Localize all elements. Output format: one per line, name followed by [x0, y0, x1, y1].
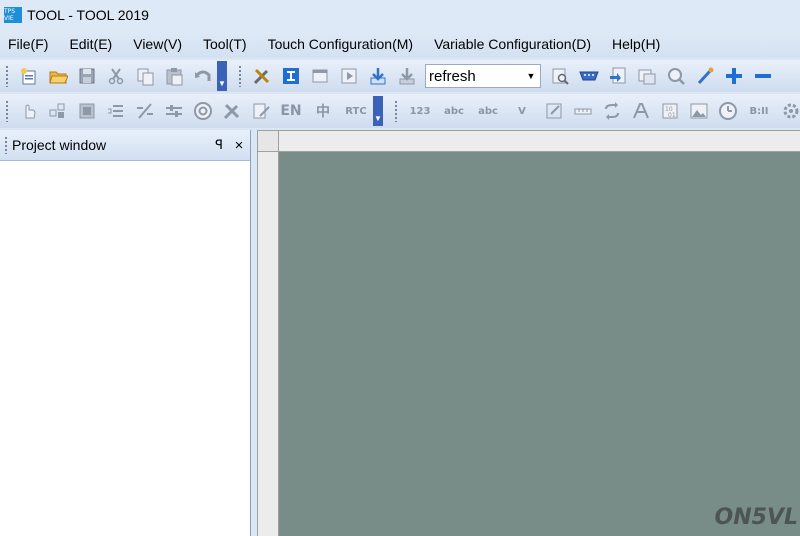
- window-title: TOOL - TOOL 2019: [27, 7, 149, 23]
- menu-tool[interactable]: Tool(T): [203, 36, 247, 52]
- new-project-icon[interactable]: [17, 65, 40, 88]
- ruler-icon[interactable]: [571, 100, 594, 123]
- open-folder-icon[interactable]: [46, 65, 69, 88]
- menu-edit[interactable]: Edit(E): [69, 36, 112, 52]
- film-icon[interactable]: [308, 65, 331, 88]
- minus-icon[interactable]: [751, 65, 774, 88]
- menu-file[interactable]: File(F): [8, 36, 48, 52]
- resize-icon[interactable]: [542, 100, 565, 123]
- download-gray-icon[interactable]: [395, 65, 418, 88]
- panel-grip[interactable]: [4, 136, 8, 154]
- ruler-corner: [257, 130, 279, 152]
- workspace: ON5VL: [257, 130, 800, 536]
- close-icon[interactable]: ×: [228, 137, 250, 154]
- toolbar-grip[interactable]: [238, 65, 242, 87]
- grid-select-icon[interactable]: [46, 100, 69, 123]
- edit-doc-icon[interactable]: [249, 100, 272, 123]
- chevron-down-icon[interactable]: ▼: [524, 67, 538, 85]
- save-icon[interactable]: [75, 65, 98, 88]
- language-zh-button[interactable]: 中: [310, 100, 336, 123]
- window-icon[interactable]: [635, 65, 658, 88]
- menu-touch-configuration[interactable]: Touch Configuration(M): [268, 36, 414, 52]
- cycle-icon[interactable]: [600, 100, 623, 123]
- search-icon[interactable]: [664, 65, 687, 88]
- watermark: ON5VL: [714, 505, 798, 530]
- toolbar-overflow-button[interactable]: ▼: [373, 96, 383, 126]
- project-tree[interactable]: [0, 161, 250, 535]
- binary-icon[interactable]: 10 01: [658, 100, 681, 123]
- menu-help[interactable]: Help(H): [612, 36, 660, 52]
- controls-toolbar: EN 中 RTC ▼ 123 abc abc V 10 01 B:II: [0, 94, 800, 128]
- combo-value: refresh: [429, 67, 476, 85]
- project-window: Project window ꟼ ×: [0, 130, 251, 536]
- horizontal-ruler: [279, 130, 800, 152]
- text-input-button[interactable]: abc: [474, 100, 502, 123]
- svg-text:01: 01: [668, 112, 676, 119]
- toolbar-grip[interactable]: [394, 100, 398, 122]
- tools-icon[interactable]: [250, 65, 273, 88]
- vertical-ruler: [257, 152, 279, 536]
- app-logo: TPS VIE: [4, 7, 22, 23]
- toolbar-overflow-button[interactable]: ▼: [217, 61, 227, 91]
- rtc-button[interactable]: RTC: [342, 100, 370, 123]
- gear-icon[interactable]: [779, 100, 800, 123]
- language-en-button[interactable]: EN: [278, 100, 304, 123]
- menu-view[interactable]: View(V): [133, 36, 182, 52]
- wrench-icon[interactable]: [220, 100, 243, 123]
- export-icon[interactable]: [606, 65, 629, 88]
- toolbar-grip[interactable]: [5, 65, 9, 87]
- paste-icon[interactable]: [162, 65, 185, 88]
- frame-icon[interactable]: [75, 100, 98, 123]
- pen-icon[interactable]: [693, 65, 716, 88]
- pin-icon[interactable]: ꟼ: [210, 137, 228, 153]
- serial-port-icon[interactable]: [577, 65, 600, 88]
- image-icon[interactable]: [687, 100, 710, 123]
- menu-variable-configuration[interactable]: Variable Configuration(D): [434, 36, 591, 52]
- text-display-button[interactable]: abc: [440, 100, 468, 123]
- copy-icon[interactable]: [133, 65, 156, 88]
- text-i-icon[interactable]: [279, 65, 302, 88]
- menu-bar: File(F) Edit(E) View(V) Tool(T) Touch Co…: [0, 30, 800, 58]
- slider-icon[interactable]: [162, 100, 185, 123]
- font-style-icon[interactable]: [629, 100, 652, 123]
- project-window-header: Project window ꟼ ×: [0, 130, 250, 161]
- numeric-display-button[interactable]: 123: [406, 100, 434, 123]
- preview-icon[interactable]: [548, 65, 571, 88]
- undo-icon[interactable]: [191, 65, 214, 88]
- hand-pointer-icon[interactable]: [17, 100, 40, 123]
- fraction-icon[interactable]: [133, 100, 156, 123]
- bit-button[interactable]: B:II: [745, 100, 773, 123]
- cut-icon[interactable]: [104, 65, 127, 88]
- list-icon[interactable]: [104, 100, 127, 123]
- play-icon[interactable]: [337, 65, 360, 88]
- refresh-combo[interactable]: refresh ▼: [425, 64, 541, 88]
- design-canvas[interactable]: [279, 152, 800, 536]
- variable-button[interactable]: V: [508, 100, 536, 123]
- project-window-title: Project window: [12, 137, 107, 153]
- toolbar-grip[interactable]: [5, 100, 9, 122]
- plus-icon[interactable]: [722, 65, 745, 88]
- title-bar: TPS VIE TOOL - TOOL 2019: [0, 0, 800, 30]
- download-icon[interactable]: [366, 65, 389, 88]
- dial-icon[interactable]: [191, 100, 214, 123]
- main-toolbar: ▼ refresh ▼: [0, 60, 800, 92]
- clock-icon[interactable]: [716, 100, 739, 123]
